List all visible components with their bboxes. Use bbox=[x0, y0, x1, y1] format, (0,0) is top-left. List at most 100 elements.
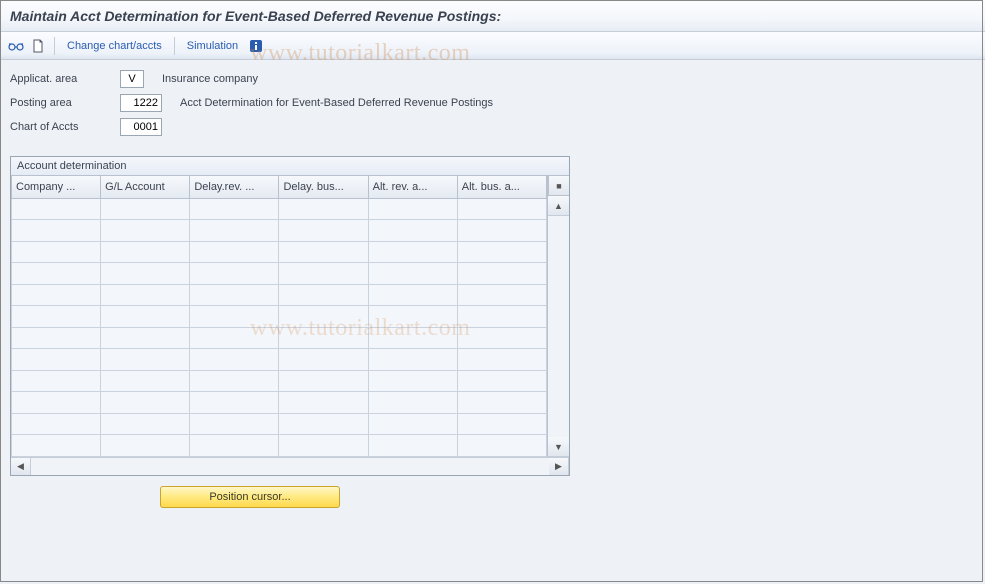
table-cell[interactable] bbox=[457, 263, 546, 285]
table-cell[interactable] bbox=[12, 220, 101, 242]
table-cell[interactable] bbox=[190, 370, 279, 392]
table-cell[interactable] bbox=[279, 349, 368, 371]
table-cell[interactable] bbox=[12, 198, 101, 220]
col-header[interactable]: G/L Account bbox=[101, 176, 190, 198]
table-row[interactable] bbox=[12, 435, 547, 457]
table-cell[interactable] bbox=[457, 327, 546, 349]
table-cell[interactable] bbox=[368, 370, 457, 392]
table-cell[interactable] bbox=[368, 220, 457, 242]
table-cell[interactable] bbox=[368, 306, 457, 328]
posting-area-input[interactable] bbox=[120, 94, 162, 112]
table-cell[interactable] bbox=[101, 349, 190, 371]
glasses-icon[interactable] bbox=[6, 36, 26, 56]
table-cell[interactable] bbox=[101, 327, 190, 349]
table-cell[interactable] bbox=[12, 263, 101, 285]
table-cell[interactable] bbox=[457, 241, 546, 263]
table-cell[interactable] bbox=[12, 327, 101, 349]
table-cell[interactable] bbox=[12, 241, 101, 263]
table-cell[interactable] bbox=[101, 306, 190, 328]
table-cell[interactable] bbox=[101, 413, 190, 435]
table-cell[interactable] bbox=[101, 263, 190, 285]
table-cell[interactable] bbox=[12, 306, 101, 328]
info-icon[interactable] bbox=[246, 36, 266, 56]
position-cursor-button[interactable]: Position cursor... bbox=[160, 486, 340, 508]
table-row[interactable] bbox=[12, 413, 547, 435]
col-header[interactable]: Alt. rev. a... bbox=[368, 176, 457, 198]
table-cell[interactable] bbox=[279, 327, 368, 349]
scroll-track[interactable] bbox=[548, 216, 569, 437]
table-cell[interactable] bbox=[457, 284, 546, 306]
col-header[interactable]: Delay.rev. ... bbox=[190, 176, 279, 198]
table-cell[interactable] bbox=[279, 413, 368, 435]
table-cell[interactable] bbox=[190, 392, 279, 414]
scroll-corner[interactable]: ■ bbox=[548, 176, 569, 196]
table-cell[interactable] bbox=[457, 392, 546, 414]
table-cell[interactable] bbox=[279, 263, 368, 285]
table-cell[interactable] bbox=[101, 392, 190, 414]
horizontal-scrollbar[interactable]: ◀ ▶ bbox=[11, 457, 569, 475]
table-cell[interactable] bbox=[368, 392, 457, 414]
table-cell[interactable] bbox=[368, 413, 457, 435]
table-cell[interactable] bbox=[12, 413, 101, 435]
table-cell[interactable] bbox=[368, 349, 457, 371]
table-cell[interactable] bbox=[101, 198, 190, 220]
chart-of-accts-input[interactable] bbox=[120, 118, 162, 136]
table-cell[interactable] bbox=[101, 435, 190, 457]
scroll-track[interactable] bbox=[31, 458, 549, 475]
table-cell[interactable] bbox=[190, 413, 279, 435]
col-header[interactable]: Alt. bus. a... bbox=[457, 176, 546, 198]
table-cell[interactable] bbox=[101, 284, 190, 306]
table-cell[interactable] bbox=[190, 435, 279, 457]
table-cell[interactable] bbox=[279, 198, 368, 220]
scroll-left-icon[interactable]: ◀ bbox=[11, 458, 31, 475]
table-cell[interactable] bbox=[279, 392, 368, 414]
table-cell[interactable] bbox=[368, 263, 457, 285]
table-cell[interactable] bbox=[457, 198, 546, 220]
table-cell[interactable] bbox=[12, 349, 101, 371]
table-cell[interactable] bbox=[279, 220, 368, 242]
table-cell[interactable] bbox=[12, 284, 101, 306]
scroll-down-icon[interactable]: ▼ bbox=[548, 437, 569, 457]
scroll-up-icon[interactable]: ▲ bbox=[548, 196, 569, 216]
table-cell[interactable] bbox=[190, 220, 279, 242]
table-cell[interactable] bbox=[279, 435, 368, 457]
vertical-scrollbar[interactable]: ■ ▲ ▼ bbox=[547, 176, 569, 457]
table-row[interactable] bbox=[12, 220, 547, 242]
table-cell[interactable] bbox=[12, 392, 101, 414]
table-cell[interactable] bbox=[12, 370, 101, 392]
table-row[interactable] bbox=[12, 284, 547, 306]
table-cell[interactable] bbox=[457, 306, 546, 328]
table-cell[interactable] bbox=[190, 198, 279, 220]
table-cell[interactable] bbox=[101, 370, 190, 392]
table-cell[interactable] bbox=[190, 241, 279, 263]
scroll-right-icon[interactable]: ▶ bbox=[549, 458, 569, 475]
table-cell[interactable] bbox=[457, 370, 546, 392]
applicat-area-input[interactable] bbox=[120, 70, 144, 88]
table-cell[interactable] bbox=[279, 241, 368, 263]
table-cell[interactable] bbox=[101, 220, 190, 242]
table-cell[interactable] bbox=[457, 349, 546, 371]
table-cell[interactable] bbox=[368, 198, 457, 220]
table-cell[interactable] bbox=[190, 327, 279, 349]
table-cell[interactable] bbox=[279, 306, 368, 328]
table-cell[interactable] bbox=[101, 241, 190, 263]
table-cell[interactable] bbox=[279, 370, 368, 392]
table-cell[interactable] bbox=[457, 220, 546, 242]
simulation-link[interactable]: Simulation bbox=[187, 40, 238, 52]
table-row[interactable] bbox=[12, 263, 547, 285]
table-cell[interactable] bbox=[368, 435, 457, 457]
table-cell[interactable] bbox=[12, 435, 101, 457]
change-chart-link[interactable]: Change chart/accts bbox=[67, 40, 162, 52]
table-row[interactable] bbox=[12, 241, 547, 263]
table-cell[interactable] bbox=[368, 327, 457, 349]
table-cell[interactable] bbox=[457, 435, 546, 457]
table-row[interactable] bbox=[12, 306, 547, 328]
table-cell[interactable] bbox=[190, 263, 279, 285]
table-row[interactable] bbox=[12, 392, 547, 414]
table-cell[interactable] bbox=[190, 284, 279, 306]
table-cell[interactable] bbox=[190, 306, 279, 328]
table-row[interactable] bbox=[12, 327, 547, 349]
table-cell[interactable] bbox=[457, 413, 546, 435]
col-header[interactable]: Company ... bbox=[12, 176, 101, 198]
table-row[interactable] bbox=[12, 198, 547, 220]
